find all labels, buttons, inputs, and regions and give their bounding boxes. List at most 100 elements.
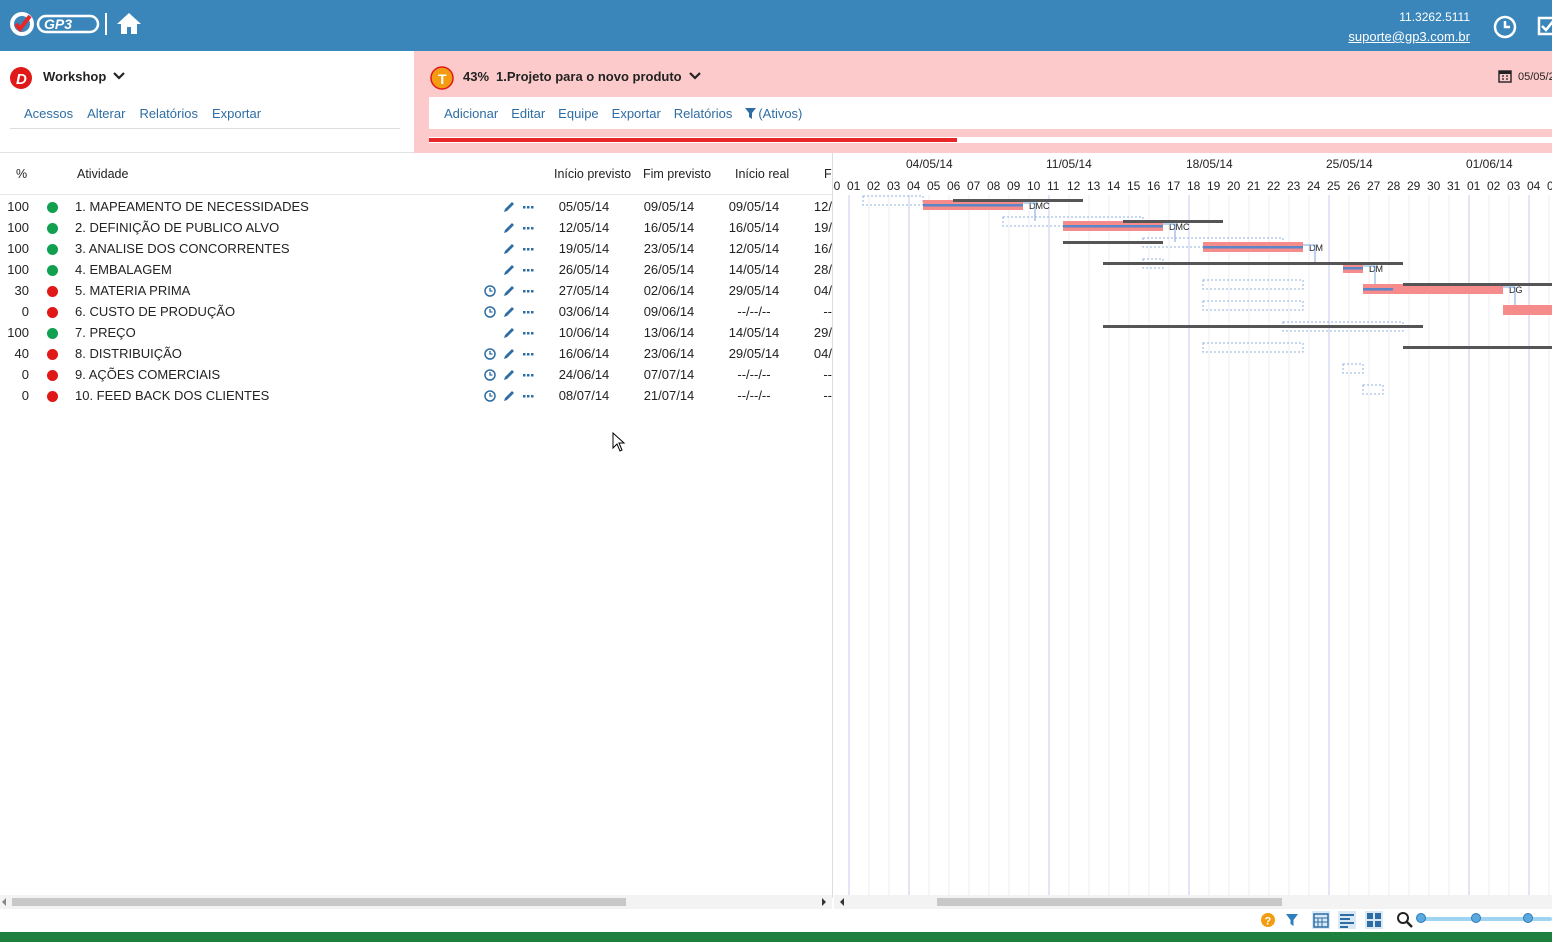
more-options-icon[interactable] (523, 290, 534, 293)
clock-icon[interactable] (484, 306, 496, 318)
project-title[interactable]: 1.Projeto para o novo produto (496, 69, 682, 84)
edit-pencil-icon[interactable] (504, 223, 514, 233)
menu-editar[interactable]: Editar (511, 106, 545, 121)
gantt-planned-bar[interactable] (1503, 305, 1552, 315)
gantt-day-label: 11 (1047, 179, 1060, 193)
edit-pencil-icon[interactable] (504, 307, 514, 317)
edit-pencil-icon[interactable] (504, 370, 514, 380)
status-dot-icon (47, 307, 58, 318)
chevron-down-icon[interactable] (688, 69, 702, 83)
more-options-icon[interactable] (523, 374, 534, 377)
calendar-view-icon[interactable] (1312, 911, 1330, 929)
clock-icon[interactable] (484, 390, 496, 402)
calendar-icon[interactable] (1498, 69, 1512, 83)
table-row[interactable]: 0 9. AÇÕES COMERCIAIS 24/06/14 07/07/14 --/-… (0, 364, 832, 385)
gp3-logo-icon[interactable]: GP3 (8, 7, 100, 41)
edit-pencil-icon[interactable] (504, 328, 514, 338)
table-row[interactable]: 0 10. FEED BACK DOS CLIENTES 08/07/14 21/07… (0, 385, 832, 406)
menu-adicionar[interactable]: Adicionar (444, 106, 498, 121)
zoom-slider-knob[interactable] (1471, 913, 1481, 923)
table-row[interactable]: 100 4. EMBALAGEM 26/05/14 26/05/14 14/05/14 2… (0, 259, 832, 280)
support-phone: 11.3262.5111 (1399, 10, 1470, 24)
clock-icon[interactable] (484, 285, 496, 297)
filter-active-button[interactable]: (Ativos) (745, 106, 802, 121)
edit-pencil-icon[interactable] (504, 202, 514, 212)
activity-name[interactable]: 6. CUSTO DE PRODUÇÃO (75, 304, 235, 319)
gantt-baseline-bar (1202, 342, 1304, 353)
activity-name[interactable]: 9. AÇÕES COMERCIAIS (75, 367, 220, 382)
planned-end: 21/07/14 (643, 388, 695, 403)
table-row[interactable]: 100 2. DEFINIÇÃO DE PUBLICO ALVO 12/05/14 1… (0, 217, 832, 238)
col-header-actual-start[interactable]: Início real (735, 167, 789, 181)
planned-end: 09/06/14 (643, 304, 695, 319)
more-options-icon[interactable] (523, 206, 534, 209)
more-options-icon[interactable] (523, 332, 534, 335)
menu-exportar[interactable]: Exportar (212, 106, 261, 121)
col-header-pct[interactable]: % (16, 167, 27, 181)
edit-pencil-icon[interactable] (504, 286, 514, 296)
home-icon[interactable] (116, 11, 142, 35)
more-options-icon[interactable] (523, 353, 534, 356)
gantt-scroll-thumb[interactable] (937, 898, 1282, 906)
more-options-icon[interactable] (523, 395, 534, 398)
col-header-activity[interactable]: Atividade (77, 167, 128, 181)
menu-acessos[interactable]: Acessos (24, 106, 73, 121)
table-row[interactable]: 40 8. DISTRIBUIÇÃO 16/06/14 23/06/14 29/05/1… (0, 343, 832, 364)
more-options-icon[interactable] (523, 311, 534, 314)
scroll-left-arrow-icon[interactable] (2, 898, 6, 906)
menu-relatorios-projeto[interactable]: Relatórios (674, 106, 733, 121)
checkbox-icon[interactable] (1537, 14, 1552, 38)
zoom-icon[interactable] (1396, 911, 1414, 929)
gantt-scroll-left-arrow-icon[interactable] (840, 898, 844, 906)
more-options-icon[interactable] (523, 227, 534, 230)
edit-pencil-icon[interactable] (504, 349, 514, 359)
col-header-planned-end[interactable]: Fim previsto (643, 167, 711, 181)
col-header-planned-start[interactable]: Início previsto (554, 167, 631, 181)
gantt-day-label: 13 (1087, 179, 1101, 193)
gantt-day-label: 16 (1147, 179, 1161, 193)
help-icon[interactable]: ? (1259, 911, 1277, 929)
zoom-slider-knob-max[interactable] (1523, 913, 1533, 923)
table-row[interactable]: 30 5. MATERIA PRIMA 27/05/14 02/06/14 29/05/… (0, 280, 832, 301)
table-scrollbar[interactable] (0, 895, 832, 909)
table-row[interactable]: 100 1. MAPEAMENTO DE NECESSIDADES 05/05/14… (0, 196, 832, 217)
activity-name[interactable]: 8. DISTRIBUIÇÃO (75, 346, 182, 361)
clock-icon[interactable] (484, 348, 496, 360)
menu-alterar[interactable]: Alterar (87, 106, 125, 121)
actual-end: -- (823, 388, 832, 403)
activity-name[interactable]: 3. ANALISE DOS CONCORRENTES (75, 241, 290, 256)
chevron-down-icon[interactable] (112, 69, 126, 83)
table-row[interactable]: 100 3. ANALISE DOS CONCORRENTES 19/05/14 23… (0, 238, 832, 259)
table-row[interactable]: 0 6. CUSTO DE PRODUÇÃO 03/06/14 09/06/14 --/… (0, 301, 832, 322)
planned-start: 26/05/14 (558, 262, 610, 277)
table-row[interactable]: 100 7. PREÇO 10/06/14 13/06/14 14/05/14 29/ (0, 322, 832, 343)
filter-icon[interactable] (1283, 911, 1301, 929)
edit-pencil-icon[interactable] (504, 391, 514, 401)
activity-name[interactable]: 7. PREÇO (75, 325, 136, 340)
activity-name[interactable]: 2. DEFINIÇÃO DE PUBLICO ALVO (75, 220, 279, 235)
col-header-actual-end[interactable]: F (824, 167, 832, 181)
edit-pencil-icon[interactable] (504, 265, 514, 275)
menu-relatorios[interactable]: Relatórios (139, 106, 198, 121)
activity-name[interactable]: 5. MATERIA PRIMA (75, 283, 190, 298)
activity-name[interactable]: 10. FEED BACK DOS CLIENTES (75, 388, 269, 403)
more-options-icon[interactable] (523, 248, 534, 251)
gantt-day-label: 21 (1247, 179, 1261, 193)
grid-view-icon[interactable] (1365, 911, 1383, 929)
menu-equipe[interactable]: Equipe (558, 106, 598, 121)
table-scroll-thumb[interactable] (12, 898, 626, 906)
edit-pencil-icon[interactable] (504, 244, 514, 254)
support-email-link[interactable]: suporte@gp3.com.br (1348, 29, 1470, 44)
clock-icon[interactable] (1492, 14, 1518, 40)
mouse-cursor-icon (612, 432, 626, 452)
activity-name[interactable]: 1. MAPEAMENTO DE NECESSIDADES (75, 199, 309, 214)
activity-name[interactable]: 4. EMBALAGEM (75, 262, 172, 277)
gantt-scrollbar[interactable] (834, 895, 1552, 909)
zoom-slider-knob-min[interactable] (1416, 913, 1426, 923)
workspace-title[interactable]: Workshop (43, 69, 106, 84)
menu-exportar-projeto[interactable]: Exportar (612, 106, 661, 121)
list-view-icon[interactable] (1338, 911, 1356, 929)
clock-icon[interactable] (484, 369, 496, 381)
scroll-right-arrow-icon[interactable] (822, 898, 826, 906)
more-options-icon[interactable] (523, 269, 534, 272)
